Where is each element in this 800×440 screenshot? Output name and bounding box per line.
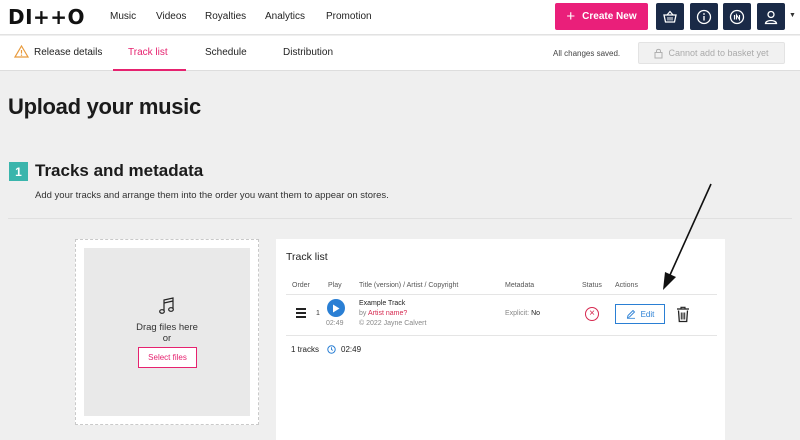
artist-prefix: by xyxy=(359,310,367,317)
track-duration: 02:49 xyxy=(326,320,344,327)
play-button[interactable] xyxy=(327,299,345,317)
music-note-icon xyxy=(159,297,174,314)
column-header-actions: Actions xyxy=(615,282,638,289)
warning-icon xyxy=(14,45,29,58)
nav-link-royalties[interactable]: Royalties xyxy=(205,11,246,22)
top-nav: DI++O Music Videos Royalties Analytics P… xyxy=(0,0,800,35)
column-header-metadata: Metadata xyxy=(505,282,535,289)
basket-icon xyxy=(663,10,677,23)
tab-distribution[interactable]: Distribution xyxy=(283,47,333,58)
tab-track-list[interactable]: Track list xyxy=(128,47,168,58)
track-count: 1 tracks xyxy=(291,345,320,354)
pencil-icon xyxy=(626,309,635,319)
lock-icon xyxy=(654,48,663,58)
dropzone-area[interactable]: Drag files here or Select files xyxy=(84,248,250,416)
explicit-value: No xyxy=(531,310,541,317)
track-artist: by Artist name? xyxy=(359,310,407,317)
basket-button[interactable] xyxy=(656,3,684,30)
row-divider xyxy=(286,335,717,336)
in-button[interactable] xyxy=(723,3,751,30)
track-copyright: © 2022 Jayne Calvert xyxy=(359,320,427,327)
active-tab-indicator xyxy=(113,69,186,71)
in-icon xyxy=(729,9,745,24)
clock-icon xyxy=(327,345,336,354)
artist-name: Artist name? xyxy=(367,310,408,317)
drag-handle-icon[interactable] xyxy=(296,308,306,320)
play-icon xyxy=(333,304,340,312)
nav-link-music[interactable]: Music xyxy=(110,11,136,22)
tab-release-details[interactable]: Release details xyxy=(34,47,102,58)
column-header-title: Title (version) / Artist / Copyright xyxy=(359,282,459,289)
plus-icon: + xyxy=(566,8,576,25)
track-order: 1 xyxy=(316,310,320,317)
header-divider xyxy=(286,294,717,295)
account-button[interactable] xyxy=(757,3,785,30)
info-icon xyxy=(696,9,712,24)
section-title: Tracks and metadata xyxy=(35,161,204,180)
column-header-status: Status xyxy=(582,282,602,289)
page-title: Upload your music xyxy=(8,94,201,119)
trash-icon[interactable] xyxy=(676,306,690,323)
release-tabs: Release details Track list Schedule Dist… xyxy=(0,36,800,71)
user-icon xyxy=(764,10,778,24)
nav-link-promotion[interactable]: Promotion xyxy=(326,11,372,22)
create-new-label: Create New xyxy=(582,11,637,22)
explicit-label: Explicit: xyxy=(505,310,530,317)
track-metadata: Explicit: No xyxy=(505,310,540,317)
status-error-icon: × xyxy=(585,307,599,321)
nav-link-analytics[interactable]: Analytics xyxy=(265,11,305,22)
column-header-order: Order xyxy=(292,282,310,289)
step-badge: 1 xyxy=(9,162,28,181)
upload-dropzone[interactable]: Drag files here or Select files xyxy=(75,239,259,425)
add-to-basket-button[interactable]: Cannot add to basket yet xyxy=(638,42,785,64)
or-text: or xyxy=(162,333,172,344)
track-list-card: Track list Order Play Title (version) / … xyxy=(276,239,725,440)
edit-label: Edit xyxy=(640,309,655,319)
column-header-play: Play xyxy=(328,282,342,289)
total-duration: 02:49 xyxy=(341,345,362,354)
drag-files-text: Drag files here xyxy=(136,322,198,333)
section-divider xyxy=(8,218,792,219)
track-list-title: Track list xyxy=(286,251,328,263)
nav-link-videos[interactable]: Videos xyxy=(156,11,186,22)
info-button[interactable] xyxy=(690,3,718,30)
tab-schedule[interactable]: Schedule xyxy=(205,47,247,58)
select-files-button[interactable]: Select files xyxy=(138,347,197,368)
chevron-down-icon[interactable]: ▼ xyxy=(789,12,796,19)
create-new-button[interactable]: + Create New xyxy=(555,3,648,30)
track-title: Example Track xyxy=(359,300,406,307)
section-description: Add your tracks and arrange them into th… xyxy=(35,190,389,201)
add-to-basket-label: Cannot add to basket yet xyxy=(668,48,769,58)
save-status: All changes saved. xyxy=(553,49,621,58)
edit-button[interactable]: Edit xyxy=(615,304,665,324)
ditto-logo[interactable]: DI++O xyxy=(8,5,85,29)
